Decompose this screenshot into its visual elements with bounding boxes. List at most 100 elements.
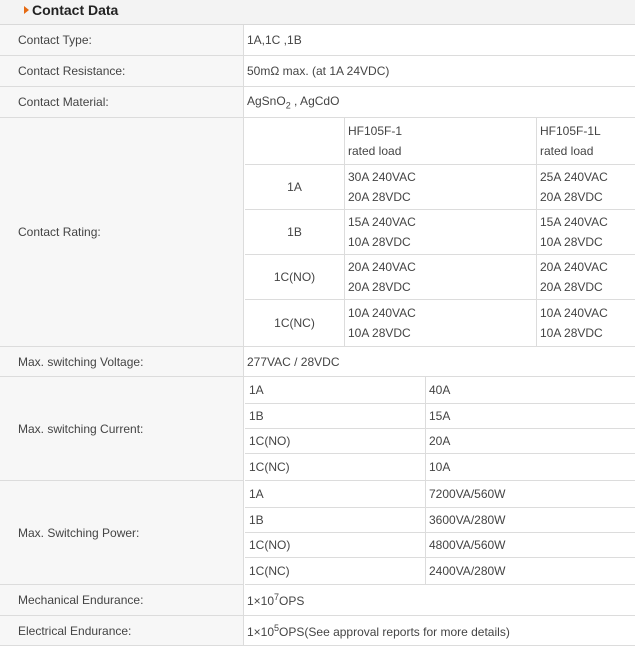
rating-text: 20A 240VAC 20A 28VDC bbox=[348, 257, 416, 297]
row-label-max-power: Max. Switching Power: bbox=[0, 481, 244, 585]
current-value-cell: 40A bbox=[425, 377, 635, 404]
rating-type: 1C(NC) bbox=[274, 316, 315, 330]
power-type: 1C(NO) bbox=[249, 538, 291, 552]
rating-ac: 15A 240VAC bbox=[348, 215, 416, 229]
endurance-unit: OPS(See approval reports for more detail… bbox=[279, 624, 510, 639]
power-value: 4800VA/560W bbox=[429, 538, 506, 552]
rating-col2-cell: 10A 240VAC 10A 28VDC bbox=[536, 300, 635, 347]
material-a: AgSnO bbox=[247, 93, 286, 108]
col2-model: HF105F-1L bbox=[540, 124, 601, 138]
value-text: 50mΩ max. (at 1A 24VDC) bbox=[247, 64, 390, 78]
current-value-cell: 15A bbox=[425, 404, 635, 429]
col1-subtitle: rated load bbox=[348, 144, 402, 158]
rating-ac: 30A 240VAC bbox=[348, 170, 416, 184]
row-label-mechanical-endurance: Mechanical Endurance: bbox=[0, 585, 244, 616]
rating-type: 1B bbox=[287, 225, 302, 239]
rating-type-cell: 1B bbox=[245, 210, 344, 255]
endurance-base: 1×10 bbox=[247, 594, 275, 608]
header-text: HF105F-1L rated load bbox=[540, 121, 601, 161]
label-text: Mechanical Endurance: bbox=[18, 593, 144, 607]
rating-dc: 10A 28VDC bbox=[540, 326, 603, 340]
value-text: 1×105OPS(See approval reports for more d… bbox=[247, 623, 510, 639]
row-value-electrical-endurance: 1×105OPS(See approval reports for more d… bbox=[244, 616, 635, 646]
rating-type: 1C(NO) bbox=[273, 270, 316, 284]
rating-text: 15A 240VAC 10A 28VDC bbox=[540, 212, 608, 252]
power-value: 2400VA/280W bbox=[429, 564, 506, 578]
rating-col2-cell: 25A 240VAC 20A 28VDC bbox=[536, 165, 635, 210]
label-text: Contact Type: bbox=[18, 33, 92, 47]
rating-text: 30A 240VAC 20A 28VDC bbox=[348, 167, 416, 207]
power-value-cell: 4800VA/560W bbox=[425, 533, 635, 558]
rating-text: 10A 240VAC 10A 28VDC bbox=[348, 303, 416, 343]
row-value-contact-material: AgSnO2 , AgCdO bbox=[244, 87, 635, 118]
power-type: 1A bbox=[249, 487, 264, 501]
rating-dc: 20A 28VDC bbox=[540, 280, 603, 294]
rating-col2-cell: 20A 240VAC 20A 28VDC bbox=[536, 255, 635, 300]
power-divider bbox=[425, 481, 426, 585]
rating-type-cell: 1A bbox=[245, 165, 344, 210]
current-divider bbox=[425, 377, 426, 481]
rating-type-cell: 1C(NC) bbox=[245, 300, 344, 347]
current-type-cell: 1B bbox=[245, 404, 425, 429]
rating-ac: 15A 240VAC bbox=[540, 215, 608, 229]
row-label-contact-resistance: Contact Resistance: bbox=[0, 56, 244, 87]
rating-col1-cell: 15A 240VAC 10A 28VDC bbox=[344, 210, 536, 255]
rating-dc: 20A 28VDC bbox=[348, 190, 411, 204]
label-text: Electrical Endurance: bbox=[18, 623, 132, 638]
label-text: Contact Resistance: bbox=[18, 64, 126, 78]
rating-text: 25A 240VAC 20A 28VDC bbox=[540, 167, 608, 207]
rating-ac: 20A 240VAC bbox=[540, 260, 608, 274]
current-type-cell: 1A bbox=[245, 377, 425, 404]
row-label-contact-type: Contact Type: bbox=[0, 25, 244, 56]
label-text: Max. switching Current: bbox=[18, 421, 144, 436]
rating-dc: 10A 28VDC bbox=[540, 235, 603, 249]
power-type-cell: 1C(NC) bbox=[245, 558, 425, 585]
current-type: 1C(NO) bbox=[249, 434, 291, 448]
power-type: 1B bbox=[249, 513, 264, 527]
col2-subtitle: rated load bbox=[540, 144, 594, 158]
rating-col2-header: HF105F-1L rated load bbox=[536, 118, 635, 165]
power-type: 1C(NC) bbox=[249, 564, 290, 578]
current-value-cell: 20A bbox=[425, 429, 635, 454]
rating-divider bbox=[536, 118, 537, 347]
col1-model: HF105F-1 bbox=[348, 124, 403, 138]
current-type-cell: 1C(NC) bbox=[245, 454, 425, 481]
row-label-contact-material: Contact Material: bbox=[0, 87, 244, 118]
power-value-cell: 2400VA/280W bbox=[425, 558, 635, 585]
rating-type: 1A bbox=[287, 180, 302, 194]
current-value: 40A bbox=[429, 383, 451, 397]
arrow-right-icon bbox=[24, 6, 29, 14]
rating-ac: 10A 240VAC bbox=[348, 306, 416, 320]
value-text: 277VAC / 28VDC bbox=[247, 354, 340, 369]
row-label-max-voltage: Max. switching Voltage: bbox=[0, 347, 244, 377]
rating-divider bbox=[344, 118, 345, 347]
row-value-max-voltage: 277VAC / 28VDC bbox=[244, 347, 635, 377]
row-label-electrical-endurance: Electrical Endurance: bbox=[0, 616, 244, 646]
current-type: 1C(NC) bbox=[249, 460, 290, 474]
value-text: AgSnO2 , AgCdO bbox=[247, 94, 339, 110]
row-value-contact-type: 1A,1C ,1B bbox=[244, 25, 635, 56]
rating-type-cell: 1C(NO) bbox=[245, 255, 344, 300]
power-value: 3600VA/280W bbox=[429, 513, 506, 527]
endurance-base: 1×10 bbox=[247, 624, 275, 639]
label-text: Contact Material: bbox=[18, 95, 109, 109]
rating-col2-cell: 15A 240VAC 10A 28VDC bbox=[536, 210, 635, 255]
rating-col1-cell: 10A 240VAC 10A 28VDC bbox=[344, 300, 536, 347]
rating-col1-cell: 20A 240VAC 20A 28VDC bbox=[344, 255, 536, 300]
rating-header-empty bbox=[245, 118, 344, 165]
power-value: 7200VA/560W bbox=[429, 487, 506, 501]
rating-text: 20A 240VAC 20A 28VDC bbox=[540, 257, 608, 297]
current-value-cell: 10A bbox=[425, 454, 635, 481]
rating-dc: 10A 28VDC bbox=[348, 326, 411, 340]
power-value-cell: 3600VA/280W bbox=[425, 508, 635, 533]
current-value: 20A bbox=[429, 434, 451, 448]
rating-dc: 20A 28VDC bbox=[540, 190, 603, 204]
label-text: Max. switching Voltage: bbox=[18, 354, 144, 369]
label-text: Max. Switching Power: bbox=[18, 525, 140, 540]
label-text: Contact Rating: bbox=[18, 225, 101, 239]
rating-ac: 20A 240VAC bbox=[348, 260, 416, 274]
power-type-cell: 1B bbox=[245, 508, 425, 533]
rating-ac: 25A 240VAC bbox=[540, 170, 608, 184]
row-label-contact-rating: Contact Rating: bbox=[0, 118, 244, 347]
section-header: Contact Data bbox=[0, 0, 635, 25]
